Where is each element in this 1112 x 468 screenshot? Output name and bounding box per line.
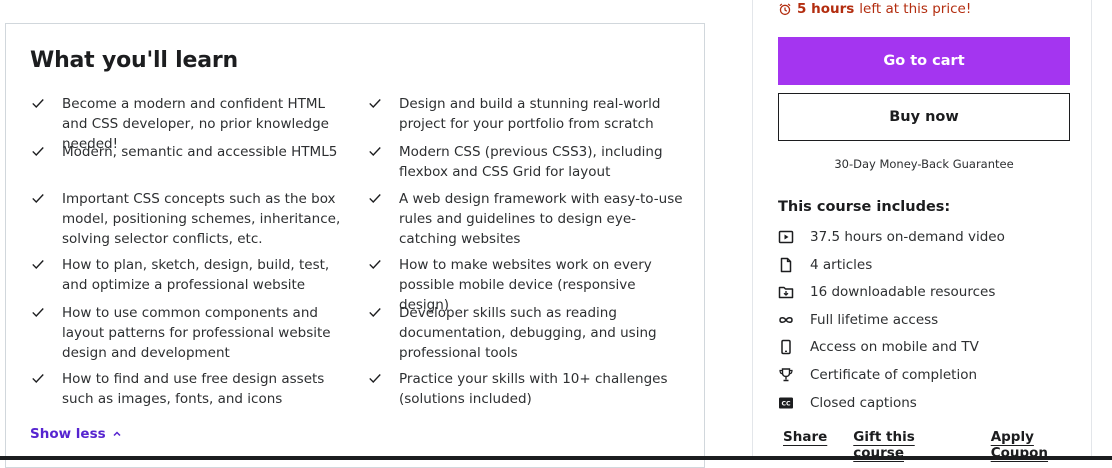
check-icon <box>369 194 381 203</box>
check-icon <box>369 147 381 156</box>
learn-item-text: Modern CSS (previous CSS3), including fl… <box>399 144 663 180</box>
include-label: Access on mobile and TV <box>810 339 979 355</box>
include-item: 4 articles <box>778 257 872 273</box>
buy-now-button[interactable]: Buy now <box>778 93 1070 141</box>
download-folder-icon <box>778 284 794 300</box>
file-icon <box>778 257 794 273</box>
learn-item-text: Design and build a stunning real-world p… <box>399 96 661 132</box>
include-item: 37.5 hours on-demand video <box>778 229 1005 245</box>
check-icon <box>369 374 381 383</box>
include-label: Full lifetime access <box>810 312 939 328</box>
include-item: CC Closed captions <box>778 395 917 411</box>
infinity-icon <box>778 312 794 328</box>
check-icon <box>32 308 44 317</box>
alarm-clock-icon <box>779 3 791 16</box>
include-label: Certificate of completion <box>810 367 978 383</box>
video-icon <box>778 229 794 245</box>
check-icon <box>32 194 44 203</box>
learn-item-text: How to plan, sketch, design, build, test… <box>62 257 330 293</box>
section-title: What you'll learn <box>30 48 238 73</box>
show-less-button[interactable]: Show less <box>30 426 122 442</box>
include-label: Closed captions <box>810 395 917 411</box>
learn-item-text: Modern, semantic and accessible HTML5 <box>62 144 338 160</box>
learn-item-text: How to find and use free design assets s… <box>62 371 325 407</box>
include-item: Access on mobile and TV <box>778 339 979 355</box>
includes-title: This course includes: <box>778 199 951 215</box>
timer-text: left at this price! <box>859 1 972 17</box>
check-icon <box>369 260 381 269</box>
learn-item-text: A web design framework with easy-to-use … <box>399 191 683 247</box>
svg-text:CC: CC <box>781 401 791 408</box>
learn-item-text: How to use common components and layout … <box>62 305 331 361</box>
include-label: 37.5 hours on-demand video <box>810 229 1005 245</box>
check-icon <box>32 260 44 269</box>
closed-captions-icon: CC <box>778 395 794 411</box>
what-you-will-learn-box: What you'll learn Become a modern and co… <box>5 23 705 468</box>
chevron-up-icon <box>113 431 121 437</box>
price-timer: 5 hours left at this price! <box>778 1 971 17</box>
check-icon <box>369 99 381 108</box>
learn-item-text: Practice your skills with 10+ challenges… <box>399 371 668 407</box>
learn-item-text: Developer skills such as reading documen… <box>399 305 657 361</box>
include-item: 16 downloadable resources <box>778 284 995 300</box>
include-item: Certificate of completion <box>778 367 977 383</box>
go-to-cart-button[interactable]: Go to cart <box>778 37 1070 85</box>
show-less-label: Show less <box>30 426 106 442</box>
check-icon <box>32 99 44 108</box>
timer-hours: 5 hours <box>797 1 855 17</box>
check-icon <box>32 374 44 383</box>
trophy-icon <box>778 367 794 383</box>
bottom-edge-bar <box>0 456 1112 460</box>
purchase-sidebar: 5 hours left at this price! Go to cart B… <box>752 0 1092 461</box>
money-back-guarantee: 30-Day Money-Back Guarantee <box>834 157 1014 171</box>
check-icon <box>32 147 44 156</box>
include-label: 4 articles <box>810 257 873 273</box>
learn-item-text: Important CSS concepts such as the box m… <box>62 191 341 247</box>
mobile-icon <box>778 339 794 355</box>
include-item: Full lifetime access <box>778 312 938 328</box>
include-label: 16 downloadable resources <box>810 284 996 300</box>
check-icon <box>369 308 381 317</box>
